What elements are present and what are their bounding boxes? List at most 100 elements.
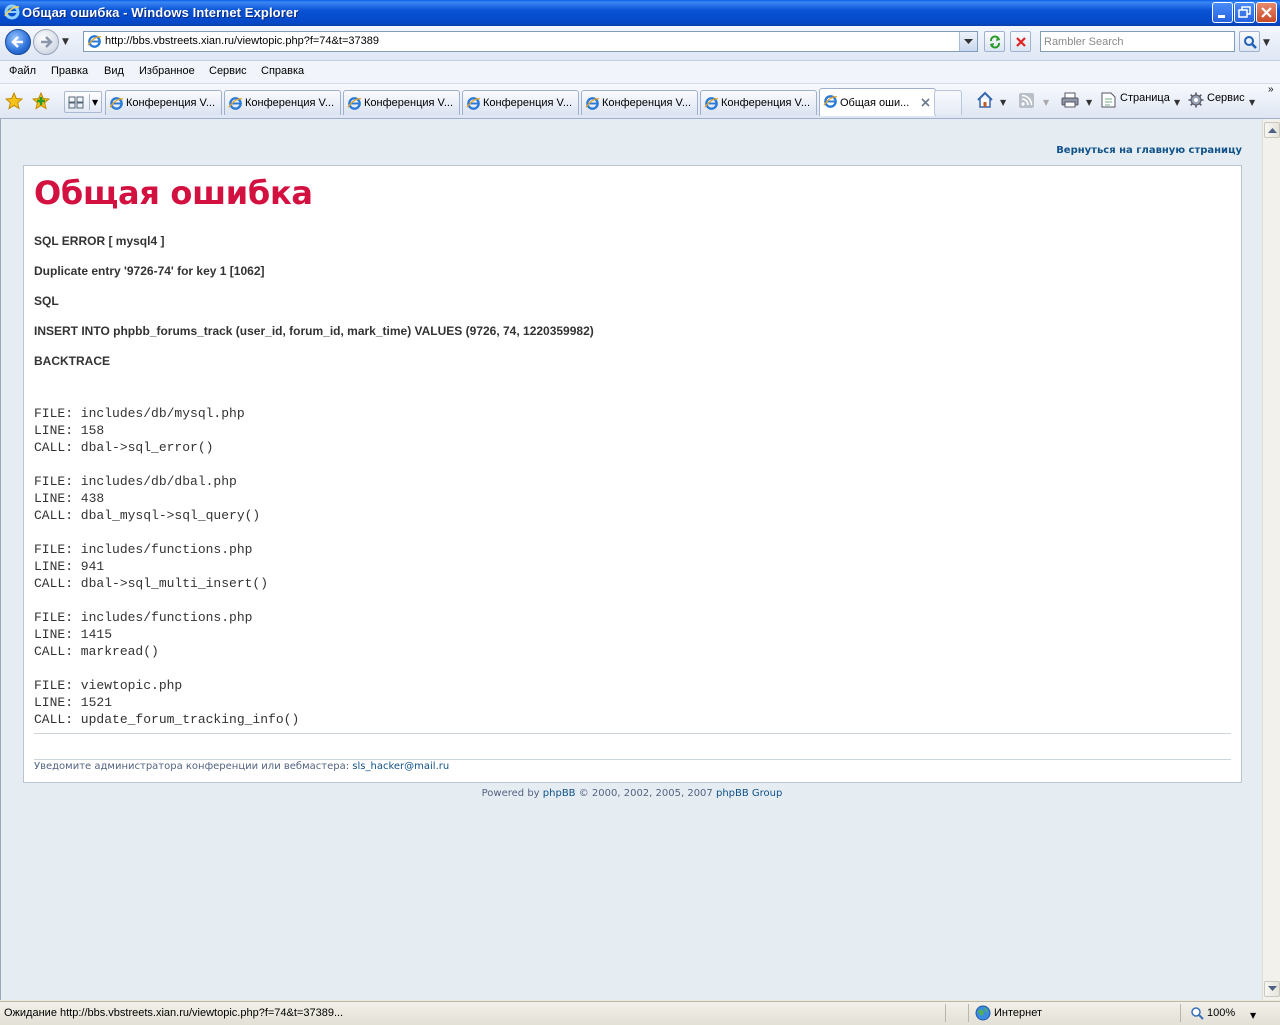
zoom-icon[interactable] [1190,1006,1204,1020]
search-options-dropdown[interactable]: ▼ [1263,38,1270,48]
minimize-button[interactable] [1212,2,1233,23]
new-tab-button[interactable] [934,90,962,115]
sql-error-label: SQL ERROR [ mysql4 ] [34,234,165,248]
favorites-star-icon[interactable] [5,92,23,110]
feeds-dropdown[interactable]: ▼ [1043,98,1049,107]
menu-file[interactable]: Файл [9,65,36,77]
notify-label: Уведомите администратора конференции или… [34,761,350,772]
phpbb-group-link[interactable]: phpBB Group [716,788,782,799]
divider [34,759,1231,760]
quick-tabs-button[interactable]: ▼ [64,91,102,113]
backtrace-line: LINE: 158 [34,423,105,438]
page-menu-dropdown[interactable]: ▼ [1174,98,1180,107]
page-icon [1101,92,1116,108]
close-icon [1261,7,1272,18]
stop-button[interactable] [1010,31,1031,52]
back-arrow-icon [11,36,23,48]
tab-label: Конференция V... [126,97,216,109]
backtrace-line: LINE: 1415 [34,627,113,642]
backtrace-line: FILE: includes/functions.php [34,610,253,625]
backtrace-line: FILE: includes/db/dbal.php [34,474,237,489]
menu-tools[interactable]: Сервис [209,65,247,77]
tab-label: Конференция V... [602,97,692,109]
tab-active[interactable]: Общая оши... [819,88,936,116]
ie-page-icon [704,97,719,110]
maximize-button[interactable] [1234,2,1255,23]
home-dropdown[interactable]: ▼ [1000,98,1006,107]
scroll-up-button[interactable] [1264,122,1280,138]
browser-tab[interactable]: Конференция V... [700,90,817,115]
page-menu-button[interactable]: Страница [1120,92,1170,104]
ie-page-icon [228,97,243,110]
browser-tab[interactable]: Конференция V... [462,90,579,115]
backtrace-line: CALL: dbal->sql_error() [34,440,214,455]
backtrace-label: BACKTRACE [34,354,110,368]
backtrace-line: CALL: update_forum_tracking_info() [34,712,300,727]
chevron-down-icon [964,39,973,44]
feeds-icon[interactable] [1019,93,1034,108]
print-dropdown[interactable]: ▼ [1086,98,1092,107]
address-bar[interactable]: http://bbs.vbstreets.xian.ru/viewtopic.p… [83,31,978,52]
menu-edit[interactable]: Правка [51,65,88,77]
tab-bar: ▼ Конференция V... Конференция V... Конфер… [0,84,1280,119]
ie-page-icon [823,95,838,108]
browser-tab[interactable]: Конференция V... [105,90,222,115]
browser-tab[interactable]: Конференция V... [581,90,698,115]
tab-list-dropdown[interactable]: ▼ [92,98,98,107]
internet-zone-globe-icon [975,1005,991,1021]
phpbb-link[interactable]: phpBB [543,788,576,799]
toolbar-overflow-chevron-icon[interactable]: » [1268,84,1274,95]
close-window-button[interactable] [1256,2,1277,23]
error-panel: Общая ошибка SQL ERROR [ mysql4 ] Duplic… [23,165,1242,783]
return-home-link[interactable]: Вернуться на главную страницу [1056,145,1242,156]
menu-favorites[interactable]: Избранное [139,65,195,77]
back-button[interactable] [5,29,31,55]
search-placeholder: Rambler Search [1044,36,1124,48]
backtrace-block: FILE: includes/db/mysql.php LINE: 158 CALL… [34,405,299,728]
menu-bar: Файл Правка Вид Избранное Сервис Справка [0,61,1280,84]
forward-button[interactable] [33,29,59,55]
footer-copyright: Powered by phpBB © 2000, 2002, 2005, 200… [1,788,1262,799]
browser-tab[interactable]: Конференция V... [224,90,341,115]
ie-page-icon [347,97,362,110]
backtrace-line: CALL: dbal_mysql->sql_query() [34,508,261,523]
minimize-icon [1218,15,1225,18]
copyright-years: © 2000, 2002, 2005, 2007 [578,788,713,799]
window-title: Общая ошибка - Windows Internet Explorer [22,5,299,20]
search-input[interactable]: Rambler Search [1040,31,1235,52]
print-icon[interactable] [1061,92,1079,108]
close-tab-icon[interactable] [921,98,930,107]
zoom-level[interactable]: 100% [1207,1007,1235,1019]
backtrace-line: CALL: dbal->sql_multi_insert() [34,576,269,591]
menu-help[interactable]: Справка [261,65,304,77]
backtrace-line: FILE: includes/functions.php [34,542,253,557]
tools-menu-button[interactable]: Сервис [1207,92,1245,104]
browser-tab[interactable]: Конференция V... [343,90,460,115]
tools-menu-dropdown[interactable]: ▼ [1249,98,1255,107]
tab-label: Конференция V... [483,97,573,109]
ie-page-icon [466,97,481,110]
recent-pages-dropdown[interactable]: ▼ [62,37,69,47]
backtrace-spacer [34,592,299,609]
admin-email-link[interactable]: sls_hacker@mail.ru [352,761,449,772]
zoom-dropdown[interactable]: ▼ [1250,1011,1256,1020]
divider [34,733,1231,734]
quick-tabs-grid-icon [68,96,84,109]
home-icon[interactable] [976,91,994,109]
vertical-scrollbar[interactable] [1262,119,1280,1000]
ie-logo-icon [4,4,20,20]
menu-view[interactable]: Вид [104,65,124,77]
add-favorites-icon[interactable] [32,92,50,110]
status-text: Ожидание http://bbs.vbstreets.xian.ru/vi… [4,1007,344,1019]
address-dropdown-button[interactable] [959,32,977,51]
chevron-up-icon [1268,128,1277,133]
backtrace-line: LINE: 1521 [34,695,113,710]
scroll-down-button[interactable] [1264,981,1280,997]
refresh-button[interactable] [984,31,1005,52]
ie-page-icon [109,97,124,110]
address-url[interactable]: http://bbs.vbstreets.xian.ru/viewtopic.p… [105,35,379,47]
status-bar: Ожидание http://bbs.vbstreets.xian.ru/vi… [0,1001,1280,1025]
search-icon [1244,36,1257,49]
search-button[interactable] [1239,31,1260,52]
navigation-bar: ▼ http://bbs.vbstreets.xian.ru/viewtopic… [0,26,1280,61]
